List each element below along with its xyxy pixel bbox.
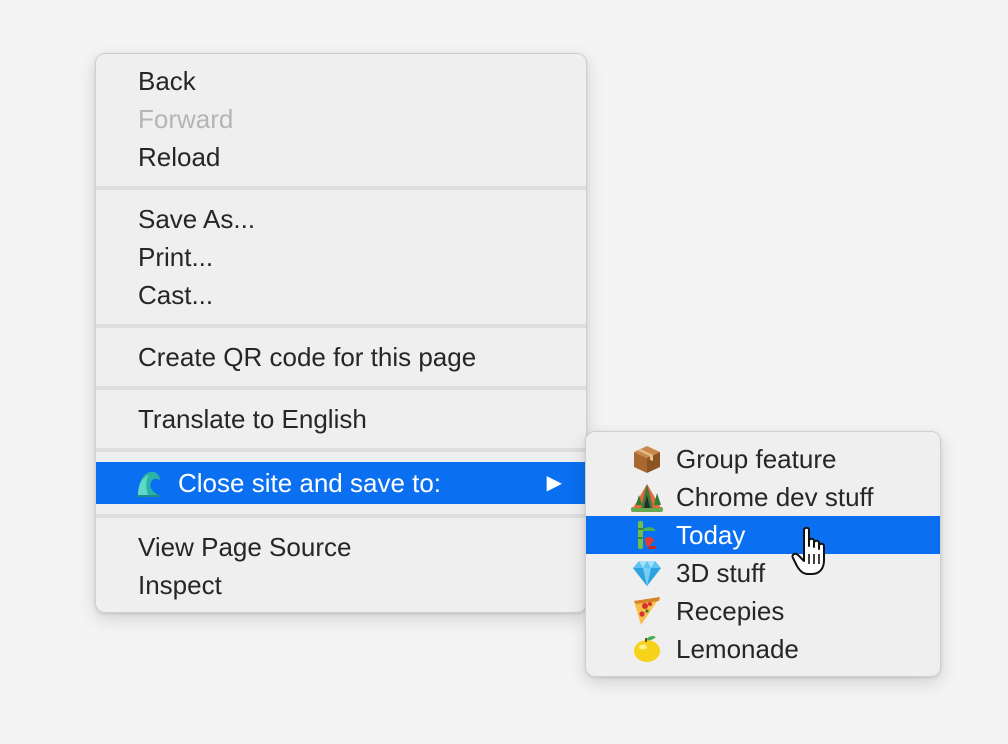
- hand-pointer-cursor-icon: [791, 526, 825, 575]
- submenu-item-group-feature[interactable]: Group feature: [586, 440, 940, 478]
- submenu-item-recepies[interactable]: Recepies: [586, 592, 940, 630]
- menu-separator: [96, 386, 586, 390]
- menu-item-save-as[interactable]: Save As...: [96, 200, 586, 238]
- lemon-icon: [634, 636, 660, 662]
- submenu-arrow-icon: ▶: [546, 472, 562, 494]
- submenu-item-label: Group feature: [676, 444, 837, 474]
- menu-separator: [96, 324, 586, 328]
- pizza-icon: [634, 597, 660, 625]
- menu-item-print[interactable]: Print...: [96, 238, 586, 276]
- menu-item-back[interactable]: Back: [96, 62, 586, 100]
- menu-item-create-qr-code[interactable]: Create QR code for this page: [96, 338, 586, 376]
- bamboo-icon: [638, 521, 656, 549]
- menu-separator: [96, 448, 586, 452]
- wave-icon: [137, 471, 161, 497]
- menu-item-view-page-source[interactable]: View Page Source: [96, 528, 586, 566]
- menu-item-forward: Forward: [138, 104, 234, 134]
- submenu-item-today[interactable]: Today: [586, 516, 940, 554]
- menu-item-inspect[interactable]: Inspect: [96, 566, 586, 604]
- submenu: Group feature Chrome dev stuff Today 3D …: [585, 431, 941, 677]
- gem-icon: [633, 561, 661, 586]
- submenu-item-label: Recepies: [676, 596, 785, 626]
- submenu-item-3d-stuff[interactable]: 3D stuff: [586, 554, 940, 592]
- menu-separator: [96, 514, 586, 518]
- desktop-background: Back Forward Reload Save As... Print... …: [0, 0, 1008, 744]
- menu-item-reload[interactable]: Reload: [96, 138, 586, 176]
- menu-item-translate[interactable]: Translate to English: [96, 400, 586, 438]
- camping-tent-icon: [631, 484, 663, 512]
- package-icon: [634, 446, 660, 473]
- submenu-item-label: Today: [676, 520, 746, 550]
- menu-item-close-site-and-save[interactable]: Close site and save to: ▶: [96, 462, 586, 504]
- submenu-item-label: 3D stuff: [676, 558, 766, 588]
- submenu-item-chrome-dev-stuff[interactable]: Chrome dev stuff: [586, 478, 940, 516]
- submenu-item-label: Chrome dev stuff: [676, 482, 874, 512]
- menu-item-cast[interactable]: Cast...: [96, 276, 586, 314]
- context-menu: Back Forward Reload Save As... Print... …: [95, 53, 587, 613]
- submenu-item-label: Lemonade: [676, 634, 799, 664]
- submenu-item-lemonade[interactable]: Lemonade: [586, 630, 940, 668]
- menu-separator: [96, 186, 586, 190]
- menu-item-label: Close site and save to:: [178, 468, 442, 498]
